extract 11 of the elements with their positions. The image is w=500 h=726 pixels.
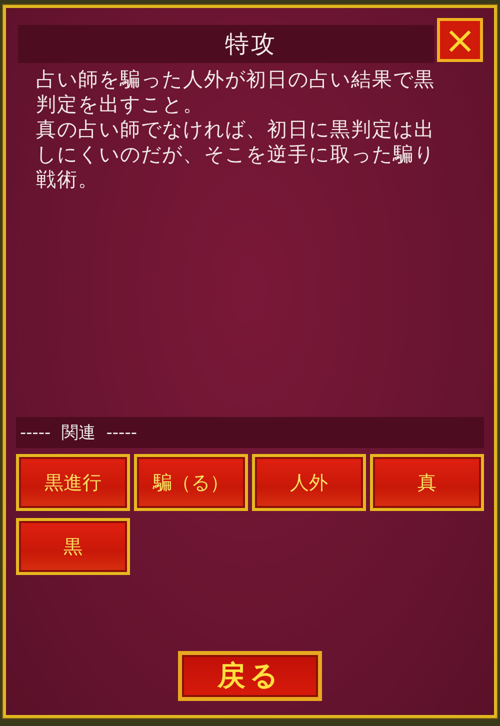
related-button[interactable]: 黒進行 bbox=[16, 454, 130, 511]
related-button[interactable]: 人外 bbox=[252, 454, 366, 511]
related-heading: ----- 関連 ----- bbox=[20, 422, 137, 444]
description-text: 占い師を騙った人外が初日の占い結果で黒判定を出すこと。 bbox=[36, 67, 436, 117]
related-button[interactable]: 真 bbox=[370, 454, 484, 511]
related-button[interactable]: 黒 bbox=[16, 518, 130, 575]
close-button[interactable]: × bbox=[437, 18, 483, 62]
dialog-title: 特攻 bbox=[225, 29, 277, 60]
description-text: 真の占い師でなければ、初日に黒判定は出しにくいのだが、そこを逆手に取った騙り戦術。 bbox=[36, 117, 436, 192]
related-button[interactable]: 騙（る） bbox=[134, 454, 248, 511]
back-button[interactable]: 戻る bbox=[178, 651, 322, 701]
